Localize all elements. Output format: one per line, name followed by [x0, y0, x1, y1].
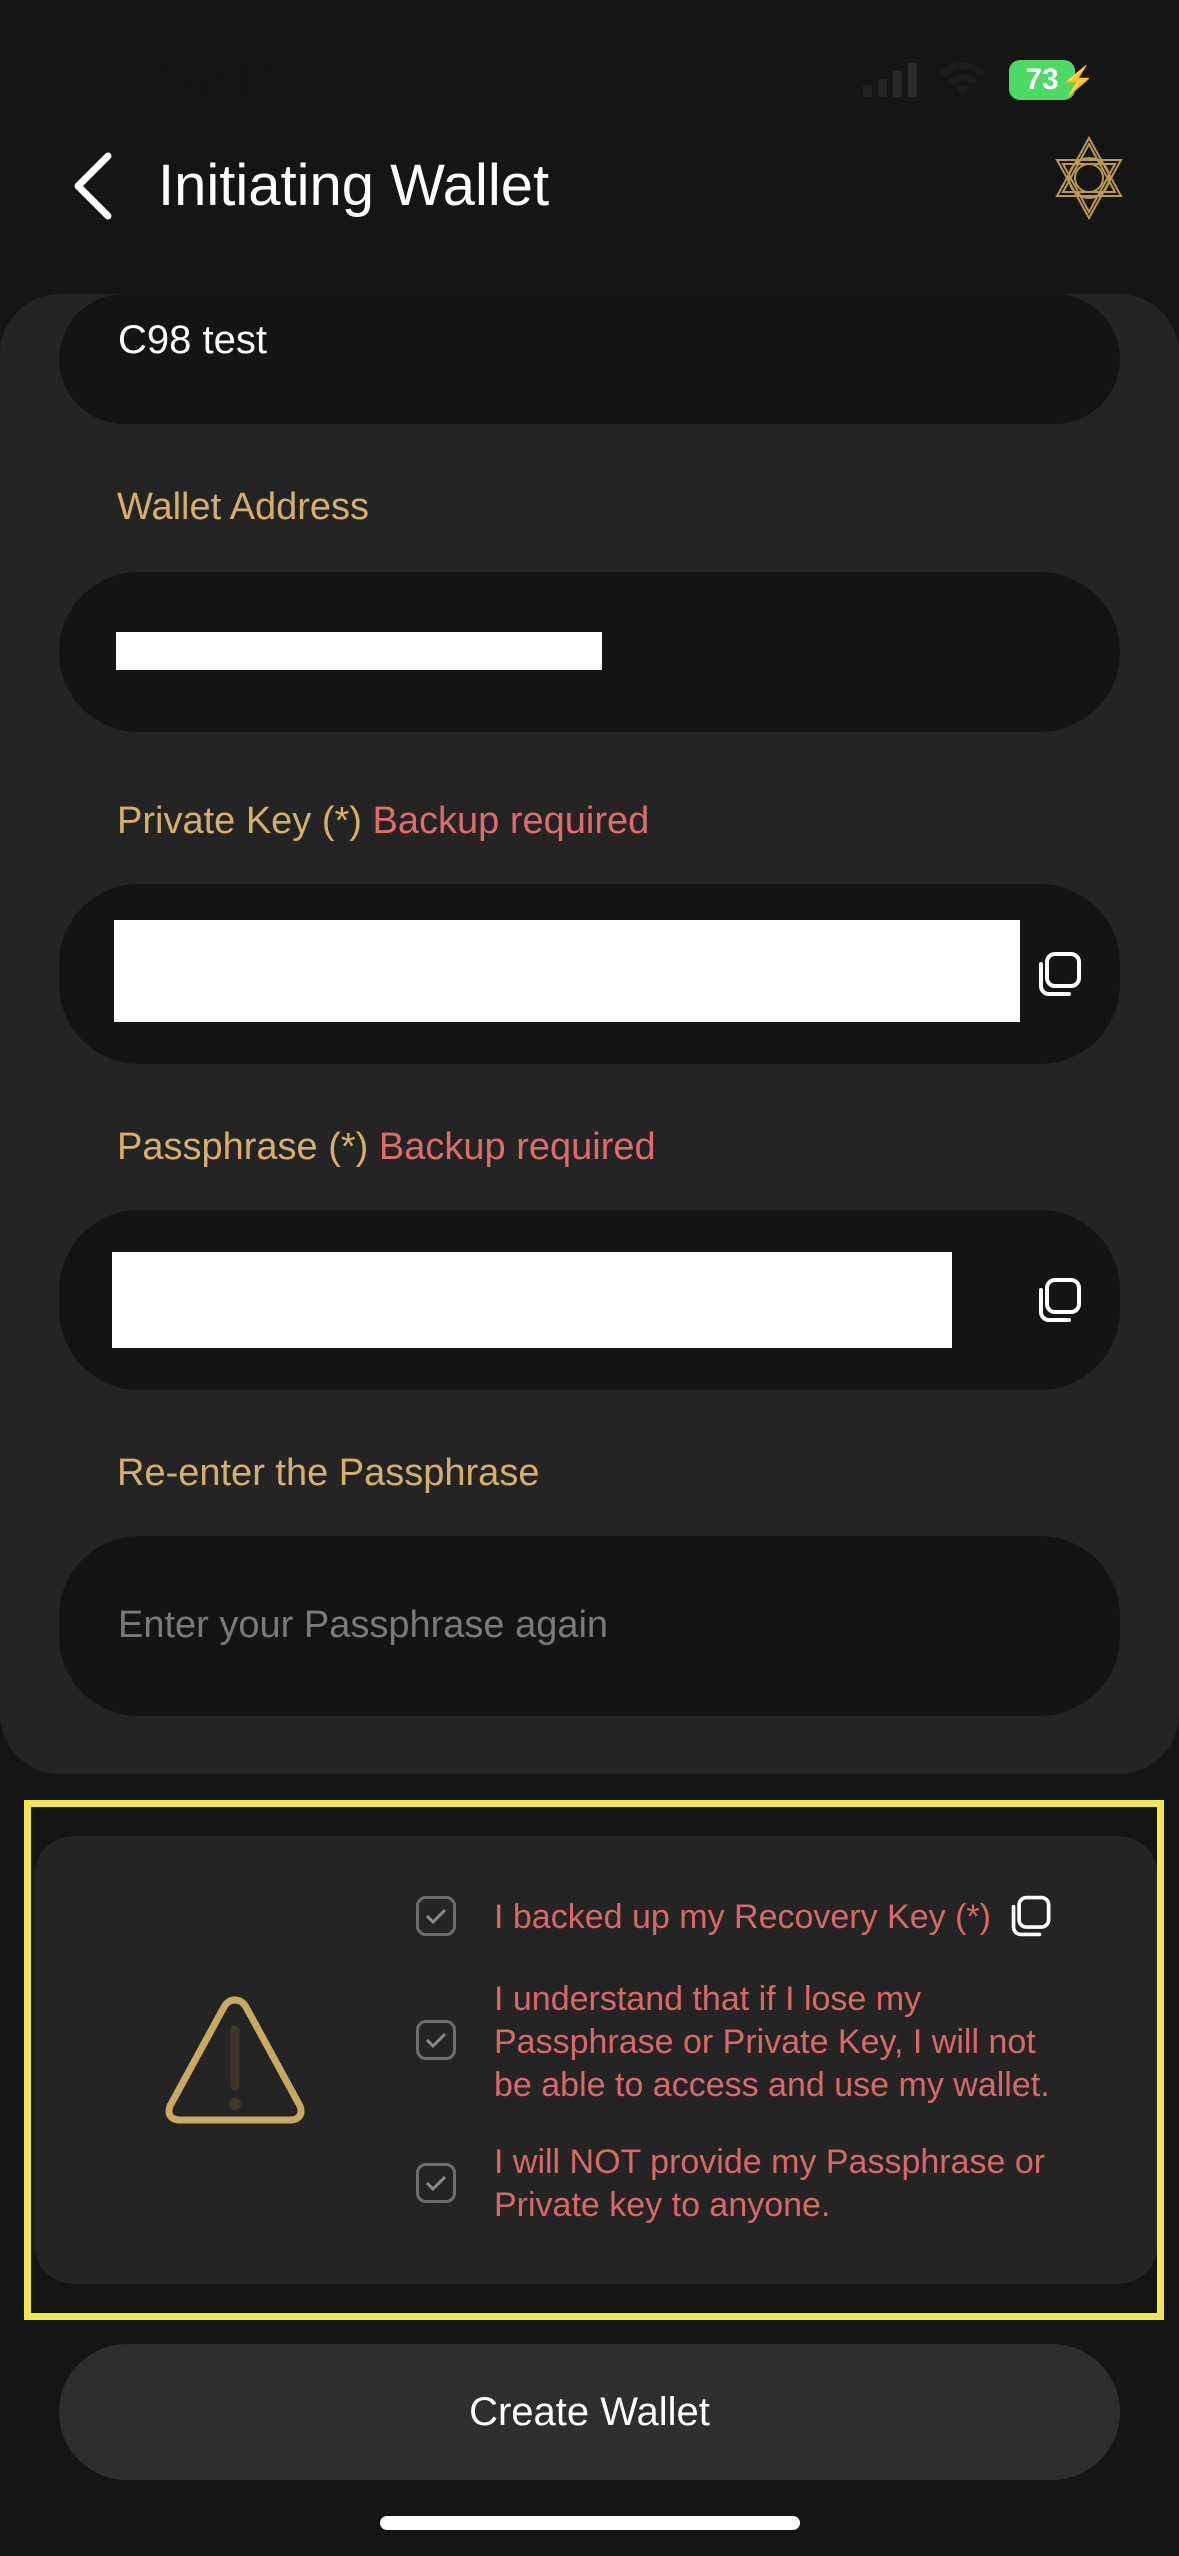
passphrase-redacted	[112, 1252, 952, 1348]
private-key-label: Private Key (*) Backup required	[117, 800, 649, 843]
passphrase-field	[59, 1210, 1120, 1390]
checkbox-recovery-key[interactable]	[416, 1896, 456, 1936]
copy-passphrase-icon[interactable]	[1035, 1274, 1087, 1326]
private-key-redacted	[114, 920, 1020, 1022]
battery-indicator: 73 ⚡	[1009, 60, 1095, 100]
back-arrow-icon[interactable]	[64, 148, 124, 224]
ack-lose-access-text: I understand that if I lose my Passphras…	[494, 1980, 1050, 2104]
checkbox-lose-access[interactable]	[416, 2020, 456, 2060]
status-icons: 73 ⚡	[863, 60, 1095, 100]
header: Initiating Wallet	[0, 135, 1179, 230]
battery-level: 73	[1025, 63, 1059, 96]
wallet-address-field	[59, 572, 1120, 732]
reenter-passphrase-label: Re-enter the Passphrase	[117, 1452, 540, 1494]
checkbox-no-sharing[interactable]	[416, 2163, 456, 2203]
private-key-field	[59, 884, 1120, 1064]
screen: 14:11 73 ⚡ Initiating Wallet C98 test Wa…	[0, 0, 1179, 2556]
star-logo-icon[interactable]	[1043, 132, 1135, 224]
wallet-form-card: C98 test Wallet Address Private Key (*) …	[0, 294, 1179, 1774]
private-key-backup-required: Backup required	[372, 800, 650, 842]
ack-recovery-key-text: I backed up my Recovery Key (*)	[494, 1898, 991, 1936]
wifi-icon	[940, 62, 986, 96]
private-key-label-text: Private Key (*)	[117, 800, 362, 842]
cellular-signal-icon	[863, 63, 917, 97]
ack-no-sharing-text: I will NOT provide my Passphrase or Priv…	[494, 2143, 1046, 2224]
copy-recovery-key-icon[interactable]	[1008, 1892, 1056, 1940]
passphrase-label-text: Passphrase (*)	[117, 1126, 369, 1168]
ack-lose-access[interactable]: I understand that if I lose my Passphras…	[416, 1978, 1074, 2107]
status-time: 14:11	[154, 53, 285, 109]
warning-triangle-icon	[165, 1996, 305, 2124]
create-wallet-button[interactable]: Create Wallet	[59, 2344, 1120, 2480]
passphrase-label: Passphrase (*) Backup required	[117, 1126, 656, 1169]
wallet-name-field[interactable]: C98 test	[59, 294, 1120, 424]
home-indicator[interactable]	[380, 2516, 800, 2530]
ack-recovery-key[interactable]: I backed up my Recovery Key (*)	[416, 1896, 991, 1939]
wallet-address-redacted	[116, 632, 602, 670]
copy-private-key-icon[interactable]	[1035, 948, 1087, 1000]
charging-bolt-icon: ⚡	[1060, 65, 1095, 96]
ack-no-sharing[interactable]: I will NOT provide my Passphrase or Priv…	[416, 2141, 1074, 2227]
page-title: Initiating Wallet	[158, 153, 550, 218]
wallet-name-value: C98 test	[118, 318, 267, 362]
passphrase-backup-required: Backup required	[378, 1126, 656, 1168]
wallet-address-label: Wallet Address	[117, 486, 370, 528]
reenter-passphrase-placeholder: Enter your Passphrase again	[118, 1604, 609, 1646]
reenter-passphrase-input[interactable]: Enter your Passphrase again	[59, 1536, 1120, 1716]
